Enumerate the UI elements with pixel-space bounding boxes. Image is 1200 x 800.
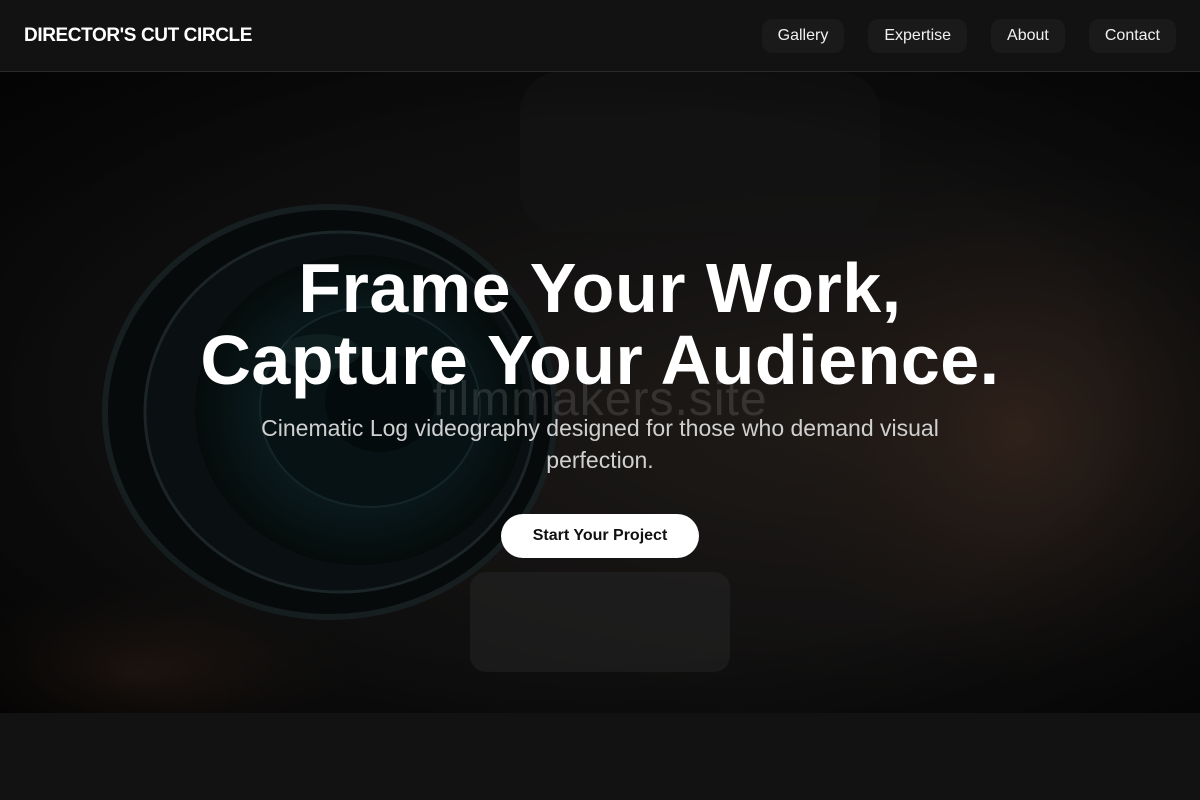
hero-title-line-2: Capture Your Audience. bbox=[200, 321, 1000, 399]
nav-link-contact[interactable]: Contact bbox=[1088, 18, 1176, 53]
start-project-button[interactable]: Start Your Project bbox=[500, 514, 700, 558]
brand-logo[interactable]: DIRECTOR'S CUT CIRCLE bbox=[24, 25, 252, 47]
hero-title: Frame Your Work, Capture Your Audience. bbox=[0, 252, 1200, 396]
nav-links: Gallery Expertise About Contact bbox=[761, 18, 1176, 53]
hero-section: filmmakers.site Frame Your Work, Capture… bbox=[0, 72, 1200, 713]
top-navbar: DIRECTOR'S CUT CIRCLE Gallery Expertise … bbox=[0, 0, 1200, 72]
nav-link-about[interactable]: About bbox=[991, 18, 1065, 53]
nav-link-gallery[interactable]: Gallery bbox=[761, 18, 845, 53]
hero-content: Frame Your Work, Capture Your Audience. … bbox=[0, 252, 1200, 558]
nav-link-expertise[interactable]: Expertise bbox=[868, 18, 968, 53]
hero-subtitle: Cinematic Log videography designed for t… bbox=[261, 415, 939, 473]
hero-title-line-1: Frame Your Work, bbox=[298, 249, 902, 327]
next-section bbox=[0, 713, 1200, 800]
